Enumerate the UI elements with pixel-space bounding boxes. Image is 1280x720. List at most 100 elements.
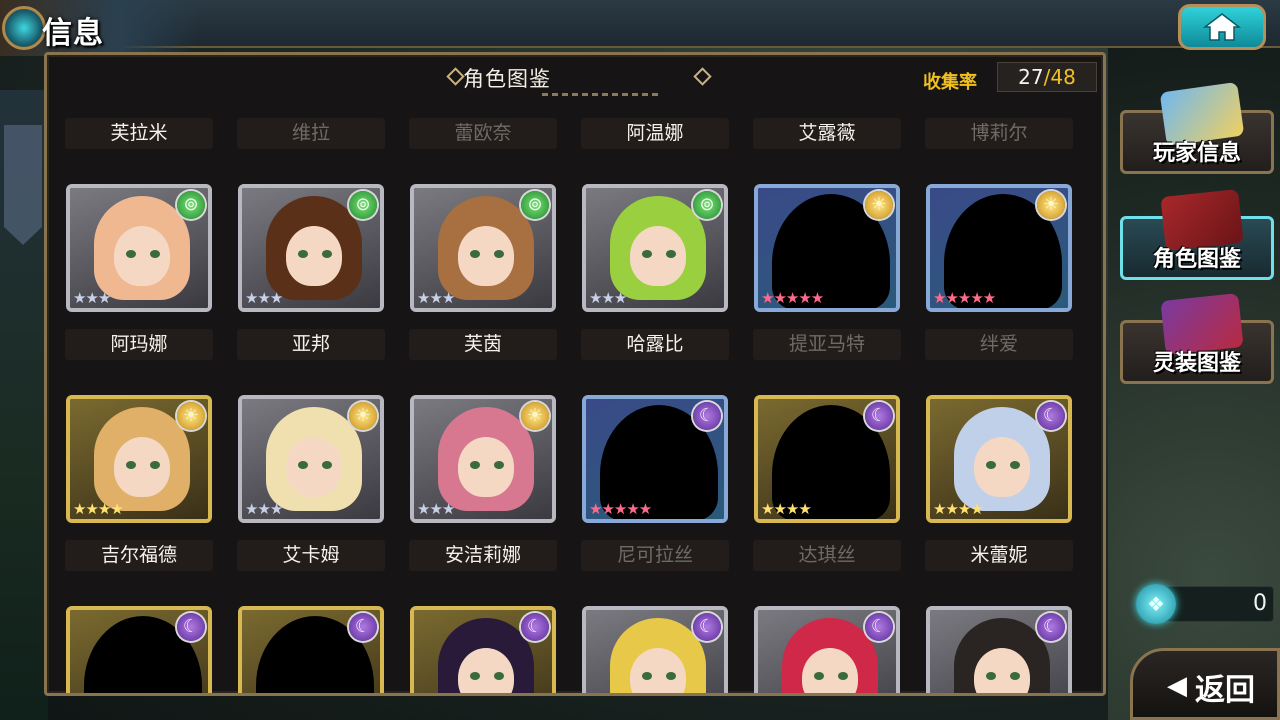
equipment-codex-label: 灵装图鉴 xyxy=(1152,351,1241,376)
portrait-eye xyxy=(666,250,676,258)
rarity-stars: ★★★★ xyxy=(73,500,124,518)
title-ornament-icon xyxy=(2,6,46,50)
page-title: 信息 xyxy=(42,16,104,51)
sun-element-icon: ☀ xyxy=(1037,191,1065,219)
character-codex-button[interactable]: 角色图鉴 xyxy=(1120,189,1274,280)
character-name: 吉尔福德 xyxy=(65,540,213,571)
portrait-face xyxy=(458,437,514,497)
moon-element-icon: ☾ xyxy=(349,613,377,641)
character-name: 米蕾妮 xyxy=(925,540,1073,571)
character-name: 阿温娜 xyxy=(581,118,729,149)
portrait-eye xyxy=(126,250,136,258)
portrait-eye xyxy=(494,461,504,469)
portrait-eye xyxy=(150,461,160,469)
total-count: 48 xyxy=(1050,65,1076,89)
banner-decoration xyxy=(4,125,42,245)
character-name: 博莉尔 xyxy=(925,118,1073,149)
character-card[interactable]: ⊚ ★★★ xyxy=(66,184,212,312)
character-card[interactable]: ☾ xyxy=(238,606,384,693)
moon-element-icon: ☾ xyxy=(693,613,721,641)
portrait-face xyxy=(974,437,1030,497)
home-button[interactable] xyxy=(1178,4,1266,50)
character-card[interactable]: ☀ ★★★★★ xyxy=(926,184,1072,312)
character-card[interactable]: ☾ ★★★★★ xyxy=(582,395,728,523)
title-plate: 信息 xyxy=(0,0,200,56)
back-button[interactable]: ◀ 返回 xyxy=(1130,648,1280,720)
wind-element-icon: ⊚ xyxy=(521,191,549,219)
portrait-eye xyxy=(150,250,160,258)
rarity-stars: ★★★★ xyxy=(933,500,984,518)
sun-element-icon: ☀ xyxy=(177,402,205,430)
portrait-eye xyxy=(470,250,480,258)
character-card[interactable]: ⊚ ★★★ xyxy=(410,184,556,312)
moon-element-icon: ☾ xyxy=(521,613,549,641)
character-name: 维拉 xyxy=(237,118,385,149)
character-name: 提亚马特 xyxy=(753,329,901,360)
character-card[interactable]: ☾ xyxy=(410,606,556,693)
portrait-face xyxy=(630,226,686,286)
portrait-eye xyxy=(494,250,504,258)
character-card[interactable]: ⊚ ★★★ xyxy=(238,184,384,312)
portrait-eye xyxy=(322,461,332,469)
character-card[interactable]: ☾ xyxy=(582,606,728,693)
character-name: 尼可拉丝 xyxy=(581,540,729,571)
portrait-eye xyxy=(642,672,652,680)
character-card[interactable]: ☾ xyxy=(754,606,900,693)
portrait-face xyxy=(114,437,170,497)
portrait-face xyxy=(286,437,342,497)
character-card[interactable]: ☾ xyxy=(926,606,1072,693)
wind-element-icon: ⊚ xyxy=(177,191,205,219)
moon-element-icon: ☾ xyxy=(865,613,893,641)
moon-element-icon: ☾ xyxy=(865,402,893,430)
character-name: 阿玛娜 xyxy=(65,329,213,360)
character-name: 亚邦 xyxy=(237,329,385,360)
player-info-button[interactable]: 玩家信息 xyxy=(1120,81,1274,174)
rarity-stars: ★★★ xyxy=(589,289,627,307)
rarity-stars: ★★★★★ xyxy=(589,500,652,518)
wind-element-icon: ⊚ xyxy=(349,191,377,219)
wind-element-icon: ⊚ xyxy=(693,191,721,219)
portrait-face xyxy=(458,226,514,286)
home-icon xyxy=(1203,13,1241,41)
currency-value: 0 xyxy=(1253,591,1267,616)
character-card[interactable]: ☾ xyxy=(66,606,212,693)
portrait-eye xyxy=(1010,672,1020,680)
back-label: 返回 xyxy=(1195,673,1255,708)
panel-header: 角色图鉴 收集率 27/48 xyxy=(47,55,1103,97)
portrait-eye xyxy=(838,672,848,680)
equipment-codex-button[interactable]: 灵装图鉴 xyxy=(1120,293,1274,384)
sun-element-icon: ☀ xyxy=(521,402,549,430)
collection-rate-label: 收集率 xyxy=(923,72,977,93)
character-card[interactable]: ☀ ★★★ xyxy=(238,395,384,523)
portrait-eye xyxy=(1010,461,1020,469)
portrait-eye xyxy=(298,250,308,258)
sun-element-icon: ☀ xyxy=(865,191,893,219)
sun-element-icon: ☀ xyxy=(349,402,377,430)
rarity-stars: ★★★★ xyxy=(761,500,812,518)
panel-title: 角色图鉴 xyxy=(463,67,551,91)
portrait-eye xyxy=(298,461,308,469)
character-name: 芙茵 xyxy=(409,329,557,360)
portrait-eye xyxy=(666,672,676,680)
character-name: 蕾欧奈 xyxy=(409,118,557,149)
character-card[interactable]: ☀ ★★★★ xyxy=(66,395,212,523)
character-name: 哈露比 xyxy=(581,329,729,360)
portrait-eye xyxy=(126,461,136,469)
gem-icon: ❖ xyxy=(1136,584,1176,624)
portrait-eye xyxy=(986,672,996,680)
portrait-eye xyxy=(322,250,332,258)
player-info-label: 玩家信息 xyxy=(1152,141,1241,166)
rarity-stars: ★★★★★ xyxy=(761,289,824,307)
character-card[interactable]: ☾ ★★★★ xyxy=(754,395,900,523)
character-codex-panel: 角色图鉴 收集率 27/48 芙拉米 ⊚ ★★★ 维拉 ⊚ ★★★ 蕾欧奈 ⊚ ★★★ 阿温娜 ⊚ ★… xyxy=(44,52,1106,696)
rarity-stars: ★★★ xyxy=(417,500,455,518)
rarity-stars: ★★★ xyxy=(73,289,111,307)
moon-element-icon: ☾ xyxy=(1037,402,1065,430)
character-name: 达琪丝 xyxy=(753,540,901,571)
rarity-stars: ★★★ xyxy=(245,500,283,518)
character-card[interactable]: ☀ ★★★ xyxy=(410,395,556,523)
character-card[interactable]: ☀ ★★★★★ xyxy=(754,184,900,312)
character-card[interactable]: ☾ ★★★★ xyxy=(926,395,1072,523)
portrait-face xyxy=(286,226,342,286)
character-card[interactable]: ⊚ ★★★ xyxy=(582,184,728,312)
